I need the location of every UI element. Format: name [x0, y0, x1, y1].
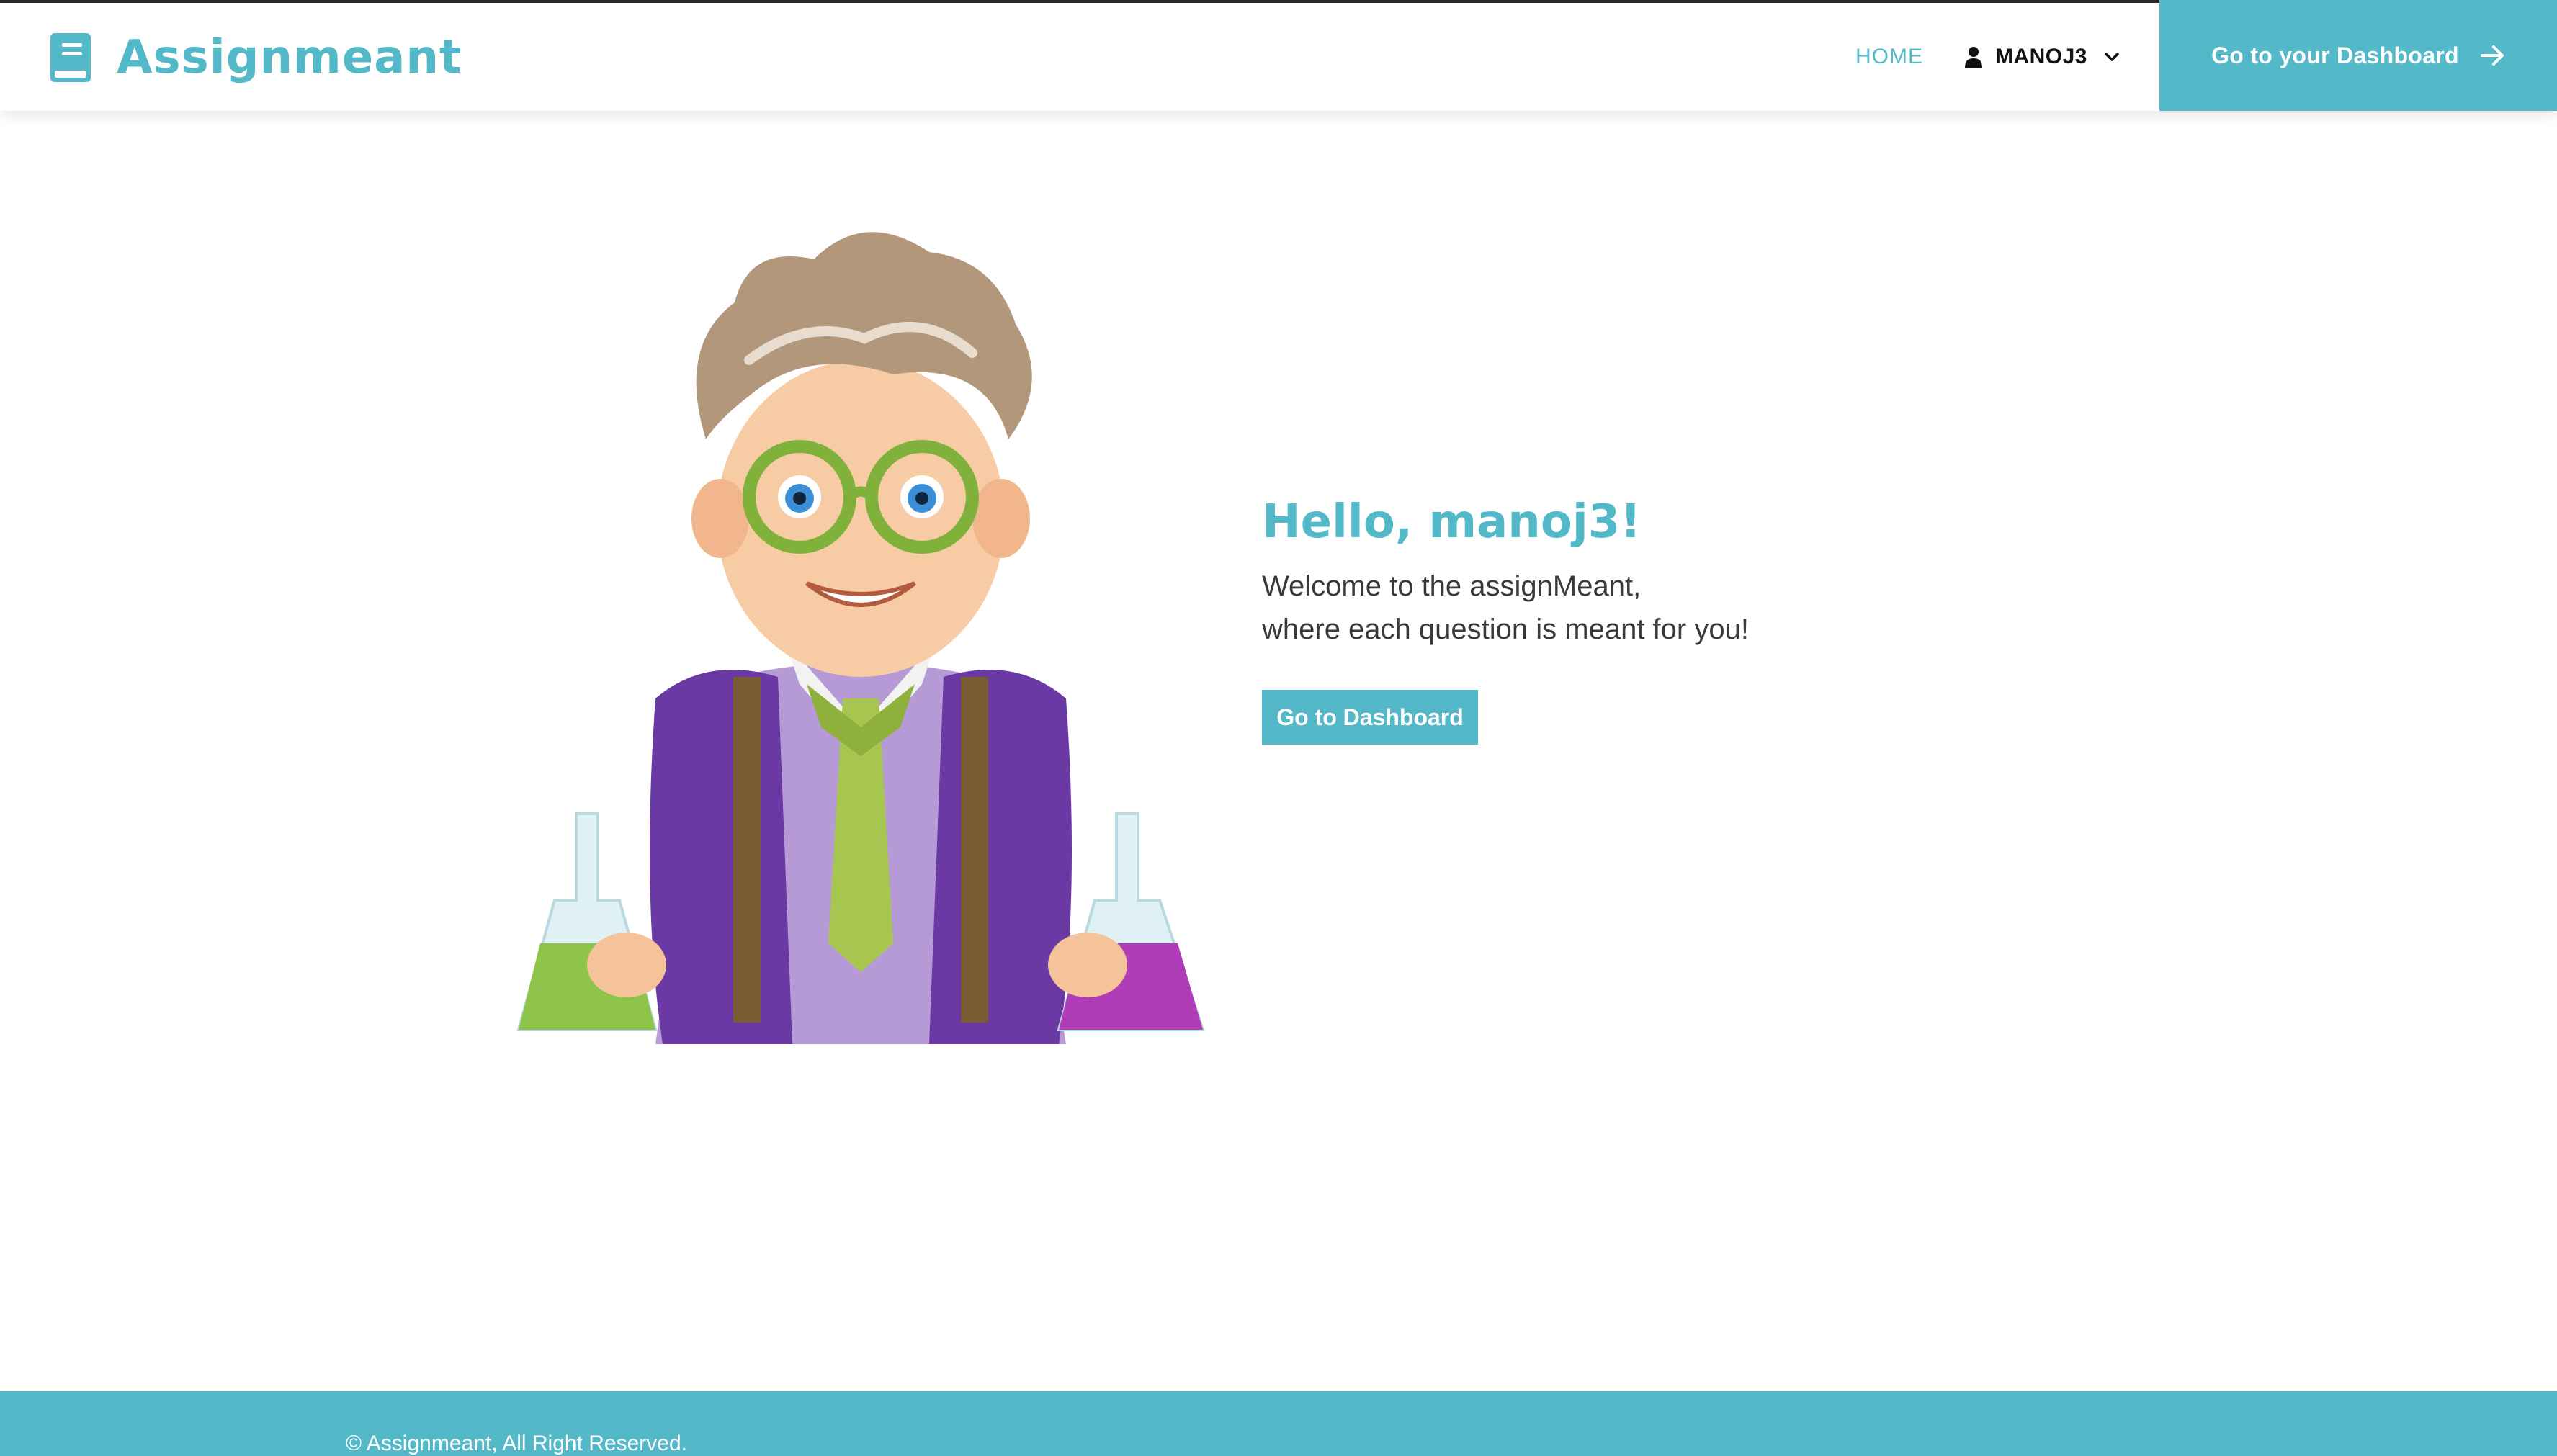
- copyright-text: © Assignmeant, All Right Reserved.: [346, 1432, 687, 1455]
- header: Assignmeant HOME MANOJ3 Go to your Dashb…: [0, 0, 2557, 111]
- user-name: MANOJ3: [1994, 45, 2087, 68]
- nav-home-link[interactable]: HOME: [1855, 45, 1923, 69]
- top-nav: HOME MANOJ3 Go to your Dashboard: [1855, 0, 2557, 111]
- cta-label: Go to your Dashboard: [2211, 42, 2459, 68]
- welcome-message: Welcome to the assignMeant, where each q…: [1262, 565, 1910, 651]
- welcome-line-1: Welcome to the assignMeant,: [1262, 570, 1642, 602]
- footer: © Assignmeant, All Right Reserved.: [0, 1391, 2557, 1456]
- scientist-boy-illustration: [516, 232, 1205, 1044]
- welcome-line-2: where each question is meant for you!: [1262, 614, 1749, 645]
- arrow-right-icon: [2480, 45, 2504, 66]
- go-to-dashboard-button[interactable]: Go to Dashboard: [1262, 690, 1478, 745]
- user-menu[interactable]: MANOJ3: [1964, 45, 2119, 69]
- user-icon: [1964, 47, 1982, 68]
- brand-name: Assignmeant: [117, 31, 462, 84]
- brand[interactable]: Assignmeant: [50, 29, 462, 86]
- go-to-dashboard-cta[interactable]: Go to your Dashboard: [2159, 0, 2557, 111]
- page: Assignmeant HOME MANOJ3 Go to your Dashb…: [0, 0, 2557, 1456]
- book-icon: [50, 33, 91, 82]
- greeting-heading: Hello, manoj3!: [1262, 495, 1642, 549]
- chevron-down-icon: [2105, 53, 2119, 61]
- hero-text: Hello, manoj3! Welcome to the assignMean…: [1262, 495, 1910, 745]
